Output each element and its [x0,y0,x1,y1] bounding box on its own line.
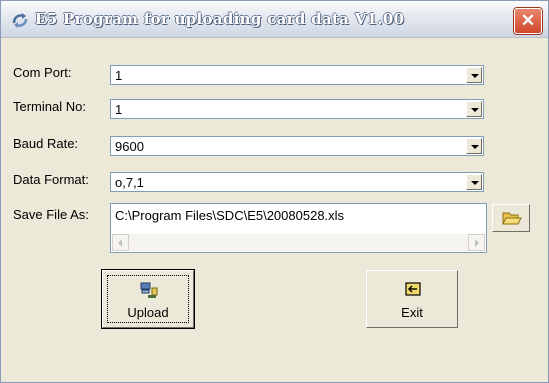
upload-label: Upload [127,305,169,320]
save-file-input[interactable]: C:\Program Files\SDC\E5\20080528.xls [110,203,487,253]
chevron-down-icon[interactable] [466,138,482,154]
scroll-right-icon[interactable] [468,234,485,251]
browse-button[interactable] [492,204,530,232]
exit-label: Exit [401,305,423,320]
data-format-value: o,7,1 [115,175,144,190]
baud-rate-value: 9600 [115,139,144,154]
exit-icon [405,282,421,296]
upload-button[interactable]: Upload [102,270,194,328]
folder-open-icon [502,212,522,225]
save-file-label: Save File As: [13,207,89,222]
exit-button[interactable]: Exit [366,270,458,328]
baud-rate-select[interactable]: 9600 [110,136,484,156]
terminal-no-value: 1 [115,102,123,117]
title-bar[interactable]: E5 Program for uploading card data V1.00… [1,1,548,38]
baud-rate-label: Baud Rate: [13,136,79,151]
horizontal-scrollbar[interactable] [112,234,485,251]
chevron-down-icon[interactable] [466,67,482,83]
terminal-no-label: Terminal No: [13,99,86,114]
chevron-down-icon[interactable] [466,174,482,190]
chevron-down-icon[interactable] [466,101,482,117]
window-title: E5 Program for uploading card data V1.00 [35,10,405,28]
close-icon: ✕ [520,11,536,30]
com-port-select[interactable]: 1 [110,65,484,85]
save-file-value: C:\Program Files\SDC\E5\20080528.xls [115,208,345,223]
app-window: E5 Program for uploading card data V1.00… [0,0,549,383]
close-button[interactable]: ✕ [514,8,542,34]
terminal-no-select[interactable]: 1 [110,99,484,119]
com-port-label: Com Port: [13,65,72,80]
com-port-value: 1 [115,68,123,83]
scroll-left-icon[interactable] [112,234,129,251]
data-format-select[interactable]: o,7,1 [110,172,484,192]
data-format-label: Data Format: [13,172,89,187]
app-icon [12,13,28,28]
